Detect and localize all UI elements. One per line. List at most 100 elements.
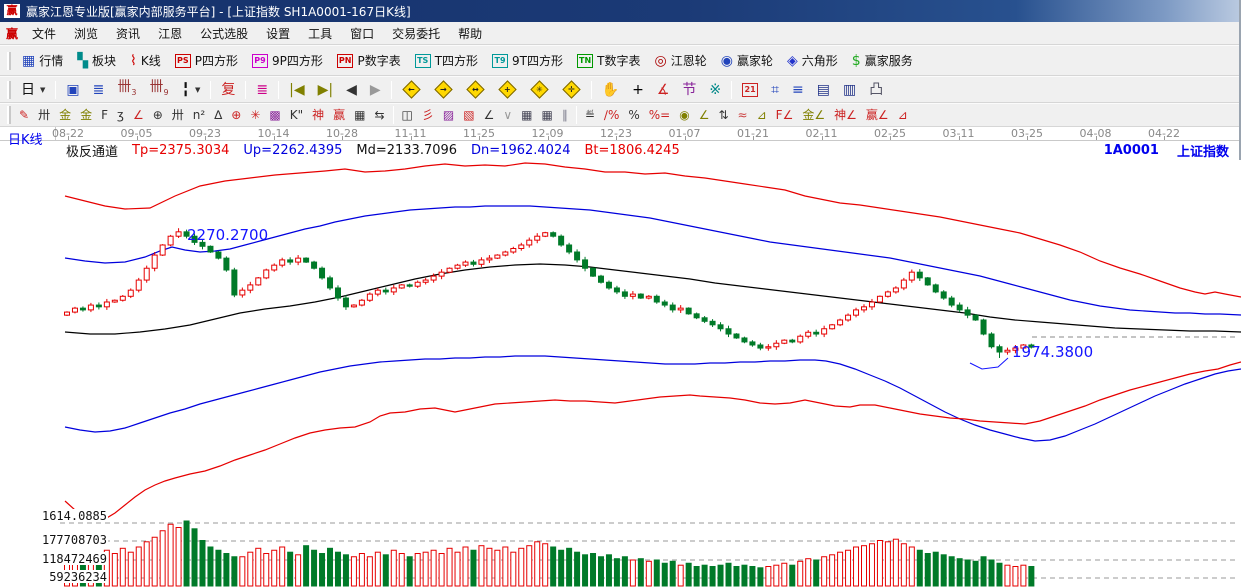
percent-icon[interactable]: % xyxy=(624,105,643,125)
menu-item-gann[interactable]: 江恩 xyxy=(150,23,190,44)
protractor-icon[interactable]: ∆ xyxy=(210,105,226,125)
shen-angle-icon[interactable]: 神∠ xyxy=(830,105,861,125)
save-icon[interactable]: ▤ xyxy=(811,79,836,101)
toolbar-grip[interactable] xyxy=(7,51,11,70)
parallel-lines-icon[interactable]: ∥ xyxy=(558,105,572,125)
gann-flag-icon[interactable]: 节 xyxy=(676,79,702,101)
restore-rights-icon[interactable]: 复 xyxy=(215,79,241,101)
dark-grid-a-icon[interactable]: ▦ xyxy=(517,105,536,125)
f-line-icon[interactable]: F xyxy=(97,105,112,125)
menu-item-file[interactable]: 文件 xyxy=(24,23,64,44)
info-panel-icon[interactable]: ≣ xyxy=(87,79,111,101)
butterfly-icon[interactable]: ※ xyxy=(703,79,727,101)
pen-updown-icon[interactable]: ⇅ xyxy=(714,105,732,125)
net-square-icon[interactable]: ▩ xyxy=(265,105,284,125)
9t-square-button[interactable]: T9 9T四方形 xyxy=(486,49,569,72)
angle-measure-icon[interactable]: ∡ xyxy=(651,79,676,101)
calendar-21-icon[interactable]: 21 xyxy=(736,80,764,100)
bars-3-icon[interactable]: 卌3 xyxy=(111,76,142,104)
gold-angle-icon[interactable]: ∠ xyxy=(695,105,714,125)
prev-bar-icon[interactable]: ◀ xyxy=(340,79,363,101)
menu-item-news[interactable]: 资讯 xyxy=(108,23,148,44)
toolbar-grip[interactable] xyxy=(7,80,11,99)
diamond-right-icon[interactable]: → xyxy=(428,78,459,101)
menu-item-settings[interactable]: 设置 xyxy=(258,23,298,44)
menu-item-browse[interactable]: 浏览 xyxy=(66,23,106,44)
notes-icon[interactable]: ≡ xyxy=(786,79,810,101)
crosshair-icon[interactable]: + xyxy=(626,79,650,101)
gold-line-a-icon[interactable]: 金 xyxy=(55,105,75,125)
menu-item-trade[interactable]: 交易委托 xyxy=(384,23,448,44)
kline-chart[interactable]: 1614.0885 177708703 118472469 59236234 2270.… xyxy=(0,160,1241,587)
winner-service-button[interactable]: $ 赢家服务 xyxy=(846,49,919,72)
hexagon-button[interactable]: ◈ 六角形 xyxy=(781,49,844,72)
sectors-button[interactable]: ▚ 板块 xyxy=(71,49,122,72)
toolbar-grip[interactable] xyxy=(7,106,11,124)
wave-lines-icon[interactable]: ≈ xyxy=(734,105,752,125)
angle-pen-icon[interactable]: ∠ xyxy=(129,105,148,125)
t-square-button[interactable]: TS T四方形 xyxy=(409,49,484,72)
red-target-icon[interactable]: ⊕ xyxy=(227,105,245,125)
menu-item-tools[interactable]: 工具 xyxy=(300,23,340,44)
slash-percent-icon[interactable]: ∕% xyxy=(600,105,623,125)
menu-item-formula-picker[interactable]: 公式选股 xyxy=(192,23,256,44)
gold-line-b-icon[interactable]: 金 xyxy=(76,105,96,125)
diamond-plus-icon[interactable]: ✛ xyxy=(556,78,587,101)
gold-triangle-icon[interactable]: ⊿ xyxy=(753,105,771,125)
bars-9-icon[interactable]: 卌9 xyxy=(143,76,174,104)
diamond-cross-icon[interactable]: + xyxy=(492,78,523,101)
hand-tool-icon[interactable]: ✋ xyxy=(596,79,625,101)
gold-circle-icon[interactable]: ◉ xyxy=(675,105,693,125)
diamond-left-icon[interactable]: ← xyxy=(396,78,427,101)
volume-profile-icon[interactable]: ≣ xyxy=(250,79,274,101)
four-angle-icon[interactable]: ⊿ xyxy=(894,105,912,125)
menu-item-window[interactable]: 窗口 xyxy=(342,23,382,44)
single-candle-dropdown-icon[interactable]: ╏ ▼ xyxy=(176,79,207,101)
red-fan-box-icon[interactable]: ▧ xyxy=(459,105,478,125)
v-wave-icon[interactable]: ∨ xyxy=(499,105,516,125)
span-arrow-icon[interactable]: ⇆ xyxy=(370,105,388,125)
k-quote-icon[interactable]: K" xyxy=(286,105,307,125)
p-square-button[interactable]: PS P四方形 xyxy=(169,49,244,72)
print-icon[interactable]: 凸 xyxy=(863,79,889,101)
dark-grid-b-icon[interactable]: ▦ xyxy=(538,105,557,125)
period-day-dropdown-icon[interactable]: 日 ▼ xyxy=(15,79,51,101)
snowflake-icon[interactable]: ✳ xyxy=(246,105,264,125)
ying-tool-icon[interactable]: 赢 xyxy=(329,105,349,125)
quotes-button[interactable]: ▦ 行情 xyxy=(16,49,69,72)
gann-wheel-button[interactable]: ◎ 江恩轮 xyxy=(649,49,713,72)
winner-wheel-button[interactable]: ◉ 赢家轮 xyxy=(715,49,779,72)
first-bar-icon[interactable]: |◀ xyxy=(283,79,310,101)
stock-code[interactable]: 1A0001 xyxy=(1104,143,1159,158)
angle-line-icon[interactable]: ∠ xyxy=(480,105,499,125)
p-table-button[interactable]: PN P数字表 xyxy=(331,49,407,72)
gold-angle-2-icon[interactable]: 金∠ xyxy=(798,105,829,125)
shen-tool-icon[interactable]: 神 xyxy=(308,105,328,125)
t-table-button[interactable]: TN T数字表 xyxy=(571,49,647,72)
f-angle-icon[interactable]: F∠ xyxy=(772,105,798,125)
titlebar[interactable]: 赢 赢家江恩专业版[赢家内部服务平台] - [上证指数 SH1A0001-167… xyxy=(0,0,1239,22)
next-bar-icon[interactable]: ▶ xyxy=(364,79,387,101)
kline-button[interactable]: ⌇ K线 xyxy=(124,49,167,72)
red-fan-icon[interactable]: 彡 xyxy=(418,105,438,125)
circle-cross-icon[interactable]: ⊕ xyxy=(149,105,167,125)
tick-line-icon[interactable]: 卅 xyxy=(168,105,188,125)
save-as-icon[interactable]: ▥ xyxy=(837,79,862,101)
n-square-icon[interactable]: n² xyxy=(189,105,209,125)
last-bar-icon[interactable]: ▶| xyxy=(312,79,339,101)
spiral-icon[interactable]: ʒ xyxy=(113,105,128,125)
diamond-both-icon[interactable]: ↔ xyxy=(460,78,491,101)
percent-lines-icon[interactable]: %= xyxy=(645,105,674,125)
grid-123-icon[interactable]: ▦ xyxy=(350,105,369,125)
scale-list-icon[interactable]: ≝ xyxy=(581,105,599,125)
9p-square-button[interactable]: P9 9P四方形 xyxy=(246,49,329,72)
draw-pen-icon[interactable]: ✎ xyxy=(15,105,33,125)
purple-fan-box-icon[interactable]: ▨ xyxy=(439,105,458,125)
gann-line-icon[interactable]: 卅 xyxy=(34,105,54,125)
box-tool-icon[interactable]: ◫ xyxy=(398,105,417,125)
diamond-star-icon[interactable]: ✳ xyxy=(524,78,555,101)
menu-item-help[interactable]: 帮助 xyxy=(450,23,490,44)
stock-name[interactable]: 上证指数 xyxy=(1177,141,1229,160)
ying-angle-icon[interactable]: 赢∠ xyxy=(862,105,893,125)
calculator-icon[interactable]: ⌗ xyxy=(765,79,785,101)
